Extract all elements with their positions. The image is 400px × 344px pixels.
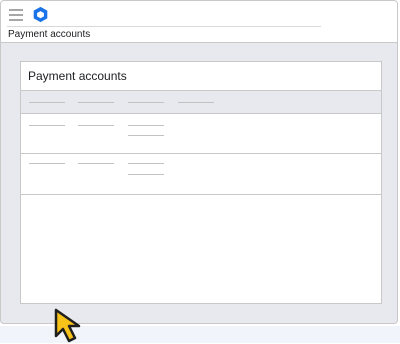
cell-placeholder [128,125,164,126]
blue-hexagon-logo-icon[interactable] [32,6,49,23]
cell-placeholder [78,163,114,164]
cell-placeholder [128,163,164,164]
cell-placeholder [128,135,164,136]
header-cell-placeholder [29,102,65,103]
cell-placeholder [78,125,114,126]
breadcrumb: Payment accounts [8,29,91,40]
payment-accounts-card: Payment accounts [20,61,382,304]
table-header [21,90,381,114]
top-bar: Payment accounts [1,1,397,43]
header-cell-placeholder [78,102,114,103]
app-window: Payment accounts Payment accounts [0,0,398,324]
cell-placeholder [128,174,164,175]
table-row[interactable] [21,154,381,195]
table-row[interactable] [21,114,381,154]
mouse-pointer-cursor-icon [54,308,81,343]
header-divider [7,26,321,27]
cell-placeholder [29,163,65,164]
header-cell-placeholder [128,102,164,103]
hamburger-menu-icon[interactable] [9,9,23,21]
cell-placeholder [29,125,65,126]
card-title: Payment accounts [28,69,127,83]
header-cell-placeholder [178,102,214,103]
